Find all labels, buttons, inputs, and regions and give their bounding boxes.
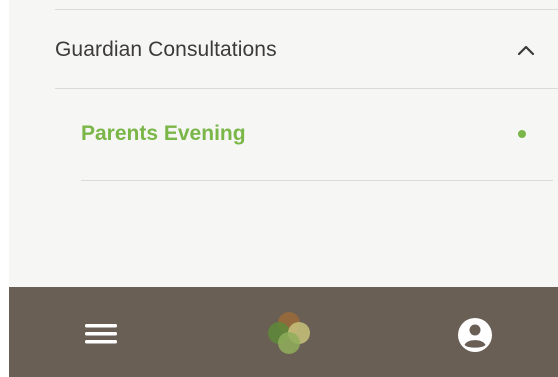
account-icon[interactable]	[455, 315, 495, 355]
list-item-parents-evening[interactable]: Parents Evening	[81, 105, 558, 163]
section-title: Guardian Consultations	[55, 38, 277, 61]
divider	[81, 180, 553, 181]
divider	[55, 9, 558, 10]
accordion-panel: Guardian Consultations Parents Evening	[9, 0, 558, 287]
active-indicator-dot	[518, 130, 526, 138]
list-item-label: Parents Evening	[81, 122, 246, 145]
app-logo-icon[interactable]	[263, 307, 315, 359]
divider	[55, 88, 558, 89]
menu-icon[interactable]	[81, 317, 121, 351]
bottom-navigation-bar	[9, 287, 558, 377]
chevron-up-icon[interactable]	[516, 40, 536, 60]
accordion-section-header[interactable]: Guardian Consultations	[55, 22, 558, 78]
